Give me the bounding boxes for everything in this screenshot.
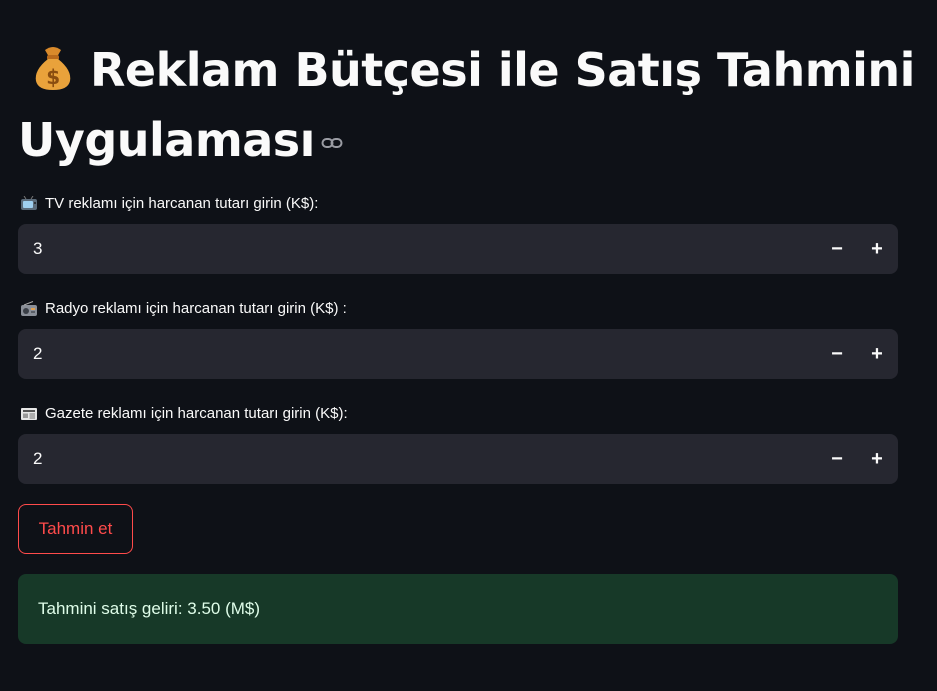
radio-budget-label-text: Radyo reklamı için harcanan tutarı girin… xyxy=(45,300,347,317)
tv-budget-input[interactable]: 3 − + xyxy=(18,224,898,274)
newspaper-budget-increment-button[interactable]: + xyxy=(861,443,893,475)
tv-budget-value[interactable]: 3 xyxy=(33,224,42,274)
tv-budget-label: TV reklamı için harcanan tutarı girin (K… xyxy=(20,194,318,214)
link-icon[interactable] xyxy=(321,102,343,148)
newspaper-budget-decrement-button[interactable]: − xyxy=(821,443,853,475)
tv-budget-label-text: TV reklamı için harcanan tutarı girin (K… xyxy=(45,195,319,212)
newspaper-icon xyxy=(20,406,38,422)
radio-budget-value[interactable]: 2 xyxy=(33,329,42,379)
tv-budget-increment-button[interactable]: + xyxy=(861,233,893,265)
newspaper-budget-value[interactable]: 2 xyxy=(33,434,42,484)
predict-button[interactable]: Tahmin et xyxy=(18,504,133,554)
prediction-result-alert: Tahmini satış geliri: 3.50 (M$) xyxy=(18,574,898,644)
radio-budget-decrement-button[interactable]: − xyxy=(821,338,853,370)
newspaper-budget-input[interactable]: 2 − + xyxy=(18,434,898,484)
page-title-text: Reklam Bütçesi ile Satış Tahmini Uygulam… xyxy=(18,43,915,167)
newspaper-budget-label: Gazete reklamı için harcanan tutarı giri… xyxy=(20,404,348,424)
prediction-result-text: Tahmini satış geliri: 3.50 (M$) xyxy=(38,599,261,618)
svg-text:$: $ xyxy=(46,65,59,89)
radio-budget-increment-button[interactable]: + xyxy=(861,338,893,370)
money-bag-icon: $ xyxy=(26,40,80,94)
radio-budget-input[interactable]: 2 − + xyxy=(18,329,898,379)
tv-budget-decrement-button[interactable]: − xyxy=(821,233,853,265)
app-page: $ Reklam Bütçesi ile Satış Tahmini Uygul… xyxy=(0,0,937,691)
radio-budget-label: Radyo reklamı için harcanan tutarı girin… xyxy=(20,299,347,319)
newspaper-budget-label-text: Gazete reklamı için harcanan tutarı giri… xyxy=(45,405,348,422)
television-icon xyxy=(20,195,38,212)
radio-icon xyxy=(20,301,38,317)
page-title: $ Reklam Bütçesi ile Satış Tahmini Uygul… xyxy=(18,38,918,172)
